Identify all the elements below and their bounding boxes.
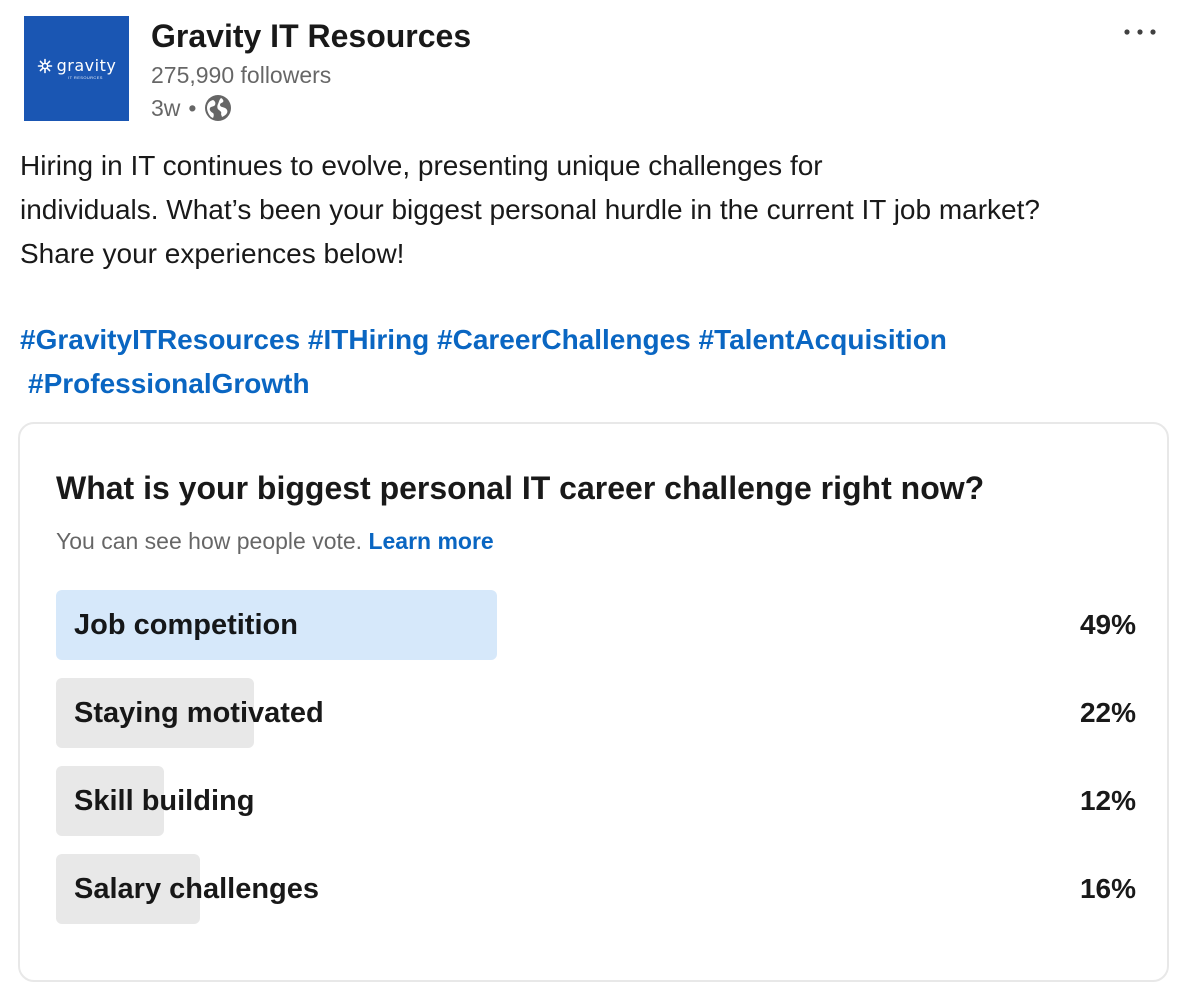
feed-post: gravity IT RESOURCES Gravity IT Resource… xyxy=(0,0,1187,982)
logo-wordmark: gravity xyxy=(56,55,117,75)
poll-option-salary-challenges[interactable]: Salary challenges 16% xyxy=(56,854,1136,924)
poll-option-percent: 22% xyxy=(1079,697,1136,728)
hashtag-link[interactable]: #CareerChallenges xyxy=(437,324,691,355)
company-name-link[interactable]: Gravity IT Resources xyxy=(151,16,471,56)
post-text: Hiring in IT continues to evolve, presen… xyxy=(20,144,1170,276)
follower-count: 275,990 followers xyxy=(151,62,332,88)
poll-option-label: Skill building xyxy=(74,785,255,817)
snowflake-gear-icon xyxy=(37,58,52,73)
globe-icon xyxy=(205,95,232,121)
meta-separator: • xyxy=(188,94,197,121)
hashtag-line-1: #GravityITResources #ITHiring #CareerCha… xyxy=(20,318,1170,362)
poll-option-percent: 12% xyxy=(1079,785,1136,816)
poll-option-label: Staying motivated xyxy=(74,697,324,729)
hashtag-link[interactable]: #ProfessionalGrowth xyxy=(28,368,310,399)
post-text-line-1: Hiring in IT continues to evolve, presen… xyxy=(20,150,823,181)
hashtag-line-2: #ProfessionalGrowth xyxy=(20,362,1170,406)
hashtag-link[interactable]: #GravityITResources xyxy=(20,324,300,355)
poll-note-text: You can see how people vote. xyxy=(56,528,363,554)
hashtag-link[interactable]: #ITHiring xyxy=(308,324,429,355)
company-logo[interactable]: gravity IT RESOURCES xyxy=(24,16,129,121)
poll-question: What is your biggest personal IT career … xyxy=(56,470,985,506)
poll-option-percent: 49% xyxy=(1079,609,1136,640)
post-text-line-3: Share your experiences below! xyxy=(20,238,405,269)
post-age: 3w xyxy=(151,94,181,121)
hashtag-link[interactable]: #TalentAcquisition xyxy=(699,324,947,355)
poll-option-label: Salary challenges xyxy=(74,873,320,905)
poll-option-label: Job competition xyxy=(74,609,298,641)
logo-row: gravity xyxy=(37,55,117,75)
poll-option-skill-building[interactable]: Skill building 12% xyxy=(56,766,1136,836)
post-text-line-2: individuals. What’s been your biggest pe… xyxy=(20,194,1040,225)
logo-subtitle: IT RESOURCES xyxy=(68,74,103,80)
hashtag-list: #GravityITResources #ITHiring #CareerCha… xyxy=(20,318,1170,406)
more-options-button[interactable] xyxy=(1118,14,1162,50)
poll-option-staying-motivated[interactable]: Staying motivated 22% xyxy=(56,678,1136,748)
learn-more-link[interactable]: Learn more xyxy=(368,528,493,554)
poll-visibility-note: You can see how people vote. Learn more xyxy=(56,524,494,558)
poll-option-job-competition[interactable]: Job competition 49% xyxy=(56,590,1136,660)
ellipsis-icon xyxy=(1124,29,1156,35)
post-meta: 3w • xyxy=(151,93,232,123)
poll-option-percent: 16% xyxy=(1079,873,1136,904)
poll-card: What is your biggest personal IT career … xyxy=(18,422,1169,982)
